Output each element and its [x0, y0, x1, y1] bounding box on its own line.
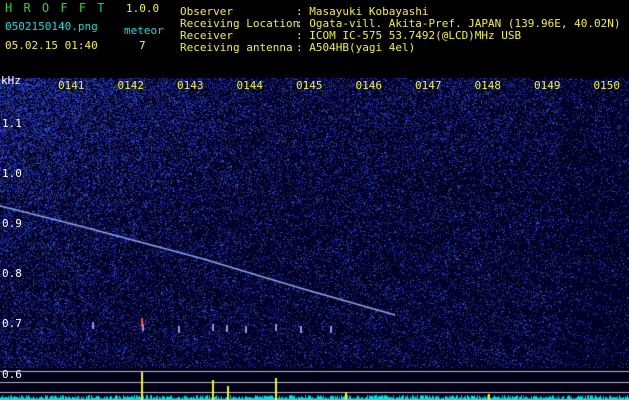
- y-axis-label: 0.8: [2, 267, 22, 280]
- time-tick-label: 0149: [534, 79, 561, 92]
- y-axis-label: 0.6: [2, 368, 22, 381]
- time-tick-label: 0142: [117, 79, 145, 92]
- spectrogram-canvas: [0, 78, 629, 400]
- app-name: H R O F F T: [5, 1, 107, 15]
- antenna-value: : A504HB(yagi 4el): [296, 41, 416, 54]
- y-axis-label: 0.9: [2, 217, 22, 230]
- image-filename: 0502150140.png: [5, 20, 98, 33]
- time-tick-label: 0147: [415, 79, 442, 92]
- antenna-label: Receiving antenna: [180, 41, 293, 54]
- app-version: 1.0.0: [126, 2, 160, 15]
- meteor-label: meteor: [124, 24, 164, 37]
- meteor-count: 7: [139, 39, 146, 52]
- header-panel: H R O F F T 1.0.0 0502150140.png meteor …: [0, 0, 629, 78]
- time-tick-label: 0143: [177, 79, 204, 92]
- time-tick-label: 0144: [236, 79, 264, 92]
- time-tick-label: 0141: [58, 79, 85, 92]
- time-tick-label: 0146: [355, 79, 383, 92]
- y-axis-label: 1.1: [2, 117, 22, 130]
- time-tick-label: 0150: [593, 79, 621, 92]
- y-axis-label: 0.7: [2, 317, 22, 330]
- time-tick-label: 0145: [296, 79, 323, 92]
- y-axis-unit: kHz: [1, 74, 21, 87]
- capture-datetime: 05.02.15 01:40: [5, 39, 98, 52]
- y-axis-label: 1.0: [2, 167, 22, 180]
- time-tick-label: 0148: [474, 79, 502, 92]
